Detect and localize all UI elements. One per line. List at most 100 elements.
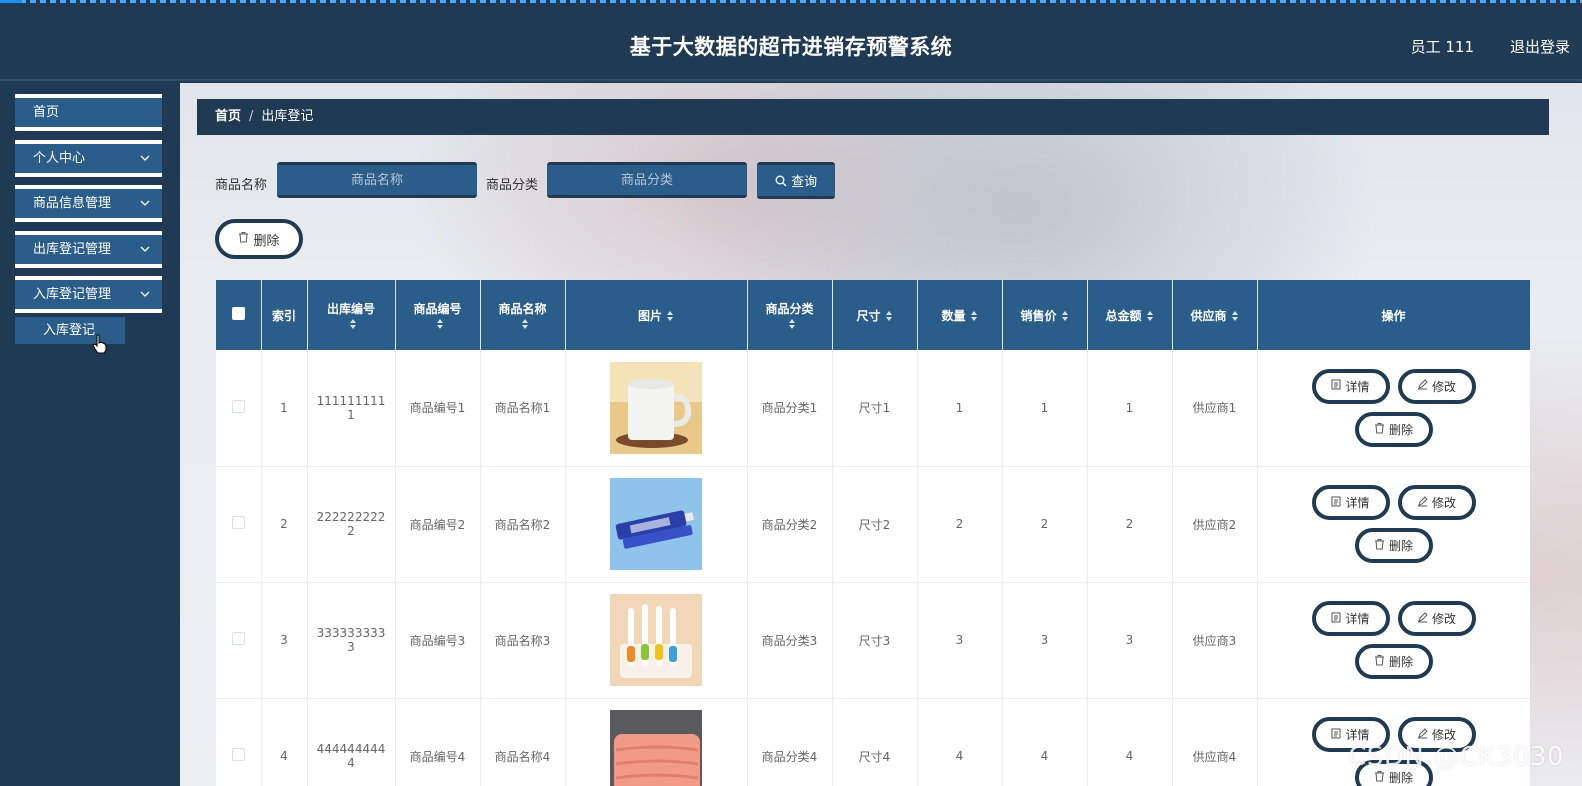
cell-supplier: 供应商2	[1172, 466, 1258, 583]
cell-image	[565, 582, 748, 699]
edit-button[interactable]: 修改	[1397, 368, 1476, 404]
column-header-category[interactable]: 商品分类	[747, 280, 833, 350]
query-button[interactable]: 查询	[757, 162, 835, 199]
app-title: 基于大数据的超市进销存预警系统	[629, 35, 953, 59]
cell-code: 商品编号1	[395, 350, 481, 467]
product-name-label: 商品名称	[215, 178, 268, 193]
cell-name: 商品名称2	[480, 466, 566, 583]
cell-supplier: 供应商4	[1172, 698, 1258, 786]
trash-icon	[1374, 422, 1385, 437]
edit-icon	[1417, 495, 1428, 510]
cell-index: 1	[261, 350, 308, 467]
select-all-checkbox[interactable]	[216, 280, 262, 350]
column-header-qty[interactable]: 数量	[917, 280, 1003, 350]
cell-actions: 详情 修改 删除	[1257, 582, 1530, 699]
submenu-item-inbound-register[interactable]: 入库登记	[15, 317, 125, 344]
cell-total: 2	[1087, 466, 1173, 583]
query-button-label: 查询	[791, 175, 818, 190]
cell-qty: 3	[917, 582, 1003, 699]
table-header-row: 索引 出库编号 商品编号 商品名称 图片 商品分类 尺寸 数量 销售价 总金额 …	[216, 280, 1530, 350]
edit-button[interactable]: 修改	[1397, 601, 1476, 636]
sort-icon[interactable]	[1061, 310, 1069, 322]
column-header-price[interactable]: 销售价	[1002, 280, 1088, 350]
delete-button[interactable]: 删除	[1354, 644, 1433, 679]
chevron-down-icon	[140, 235, 150, 264]
delete-button[interactable]: 删除	[1354, 528, 1433, 563]
sort-icon[interactable]	[970, 310, 978, 322]
edit-button[interactable]: 修改	[1397, 485, 1476, 520]
current-user: 员工 111	[1410, 38, 1474, 56]
detail-button[interactable]: 详情	[1311, 368, 1390, 404]
trash-icon	[1374, 654, 1385, 669]
sidebar-item-label: 出库登记管理	[33, 242, 112, 257]
detail-button[interactable]: 详情	[1311, 601, 1390, 636]
sidebar-item-inbound[interactable]: 入库登记管理	[15, 276, 162, 313]
edit-icon	[1417, 611, 1428, 626]
column-header-supplier[interactable]: 供应商	[1172, 280, 1258, 350]
column-header-image[interactable]: 图片	[565, 280, 748, 350]
breadcrumb: 首页 / 出库登记	[197, 99, 1549, 135]
sort-icon[interactable]	[436, 318, 444, 330]
sort-icon[interactable]	[1231, 310, 1239, 322]
product-image-toothbrushes	[610, 594, 702, 686]
sort-icon[interactable]	[521, 318, 529, 330]
cell-category: 商品分类3	[747, 582, 833, 699]
row-checkbox[interactable]	[216, 466, 262, 583]
cell-supplier: 供应商3	[1172, 582, 1258, 699]
sort-icon[interactable]	[666, 310, 674, 322]
sidebar-item-product-info[interactable]: 商品信息管理	[15, 185, 162, 222]
column-header-index: 索引	[261, 280, 308, 350]
bulk-delete-button[interactable]: 删除	[215, 219, 303, 259]
table-row: 2 2222222222 商品编号2 商品名称2 商品分类2 尺寸2 2 2 2…	[216, 466, 1530, 583]
product-image-toothpaste	[610, 478, 702, 570]
sort-icon[interactable]	[788, 318, 796, 330]
sidebar-item-home[interactable]: 首页	[15, 94, 162, 131]
search-icon	[775, 175, 787, 190]
cell-size: 尺寸1	[832, 350, 918, 467]
cell-size: 尺寸4	[832, 698, 918, 786]
sidebar-item-personal-center[interactable]: 个人中心	[15, 140, 162, 177]
sort-icon[interactable]	[349, 318, 357, 330]
breadcrumb-separator: /	[249, 109, 254, 124]
cell-price: 1	[1002, 350, 1088, 467]
sort-icon[interactable]	[1146, 310, 1154, 322]
column-header-out-no[interactable]: 出库编号	[307, 280, 396, 350]
column-header-total[interactable]: 总金额	[1087, 280, 1173, 350]
column-header-size[interactable]: 尺寸	[832, 280, 918, 350]
cell-actions: 详情 修改 删除	[1257, 350, 1530, 467]
row-checkbox[interactable]	[216, 698, 262, 786]
cell-total: 4	[1087, 698, 1173, 786]
cell-price: 3	[1002, 582, 1088, 699]
table-row: 1 1111111111 商品编号1 商品名称1 商品分类1 尺寸1 1 1 1…	[216, 350, 1530, 467]
cell-index: 3	[261, 582, 308, 699]
cell-name: 商品名称3	[480, 582, 566, 699]
main-content: 首页/出库登记 商品名称 商品分类 查询 删除 索引 出库编号 商品编号 商	[180, 83, 1582, 786]
logout-link[interactable]: 退出登录	[1510, 36, 1570, 57]
column-header-name[interactable]: 商品名称	[480, 280, 566, 350]
column-header-code[interactable]: 商品编号	[395, 280, 481, 350]
document-icon	[1331, 612, 1341, 626]
cell-out-no: 1111111111	[307, 350, 396, 467]
sidebar-item-label: 商品信息管理	[33, 196, 112, 211]
cell-category: 商品分类4	[747, 698, 833, 786]
chevron-down-icon	[140, 280, 150, 309]
product-category-input[interactable]	[547, 162, 747, 198]
sidebar-item-label: 首页	[33, 105, 60, 120]
product-image-mug	[610, 361, 702, 454]
row-checkbox[interactable]	[216, 582, 262, 699]
trash-icon	[238, 231, 249, 247]
product-image-blanket	[610, 710, 702, 786]
delete-button[interactable]: 删除	[1354, 411, 1433, 447]
detail-button[interactable]: 详情	[1311, 485, 1390, 520]
cell-size: 尺寸3	[832, 582, 918, 699]
cell-qty: 1	[917, 350, 1003, 467]
breadcrumb-home[interactable]: 首页	[215, 109, 241, 124]
cell-price: 2	[1002, 466, 1088, 583]
product-name-input[interactable]	[277, 162, 477, 198]
sort-icon[interactable]	[885, 310, 893, 322]
sidebar-item-label: 个人中心	[33, 151, 86, 166]
cell-total: 3	[1087, 582, 1173, 699]
row-checkbox[interactable]	[216, 350, 262, 467]
sidebar-item-outbound[interactable]: 出库登记管理	[15, 231, 162, 268]
cell-name: 商品名称4	[480, 698, 566, 786]
